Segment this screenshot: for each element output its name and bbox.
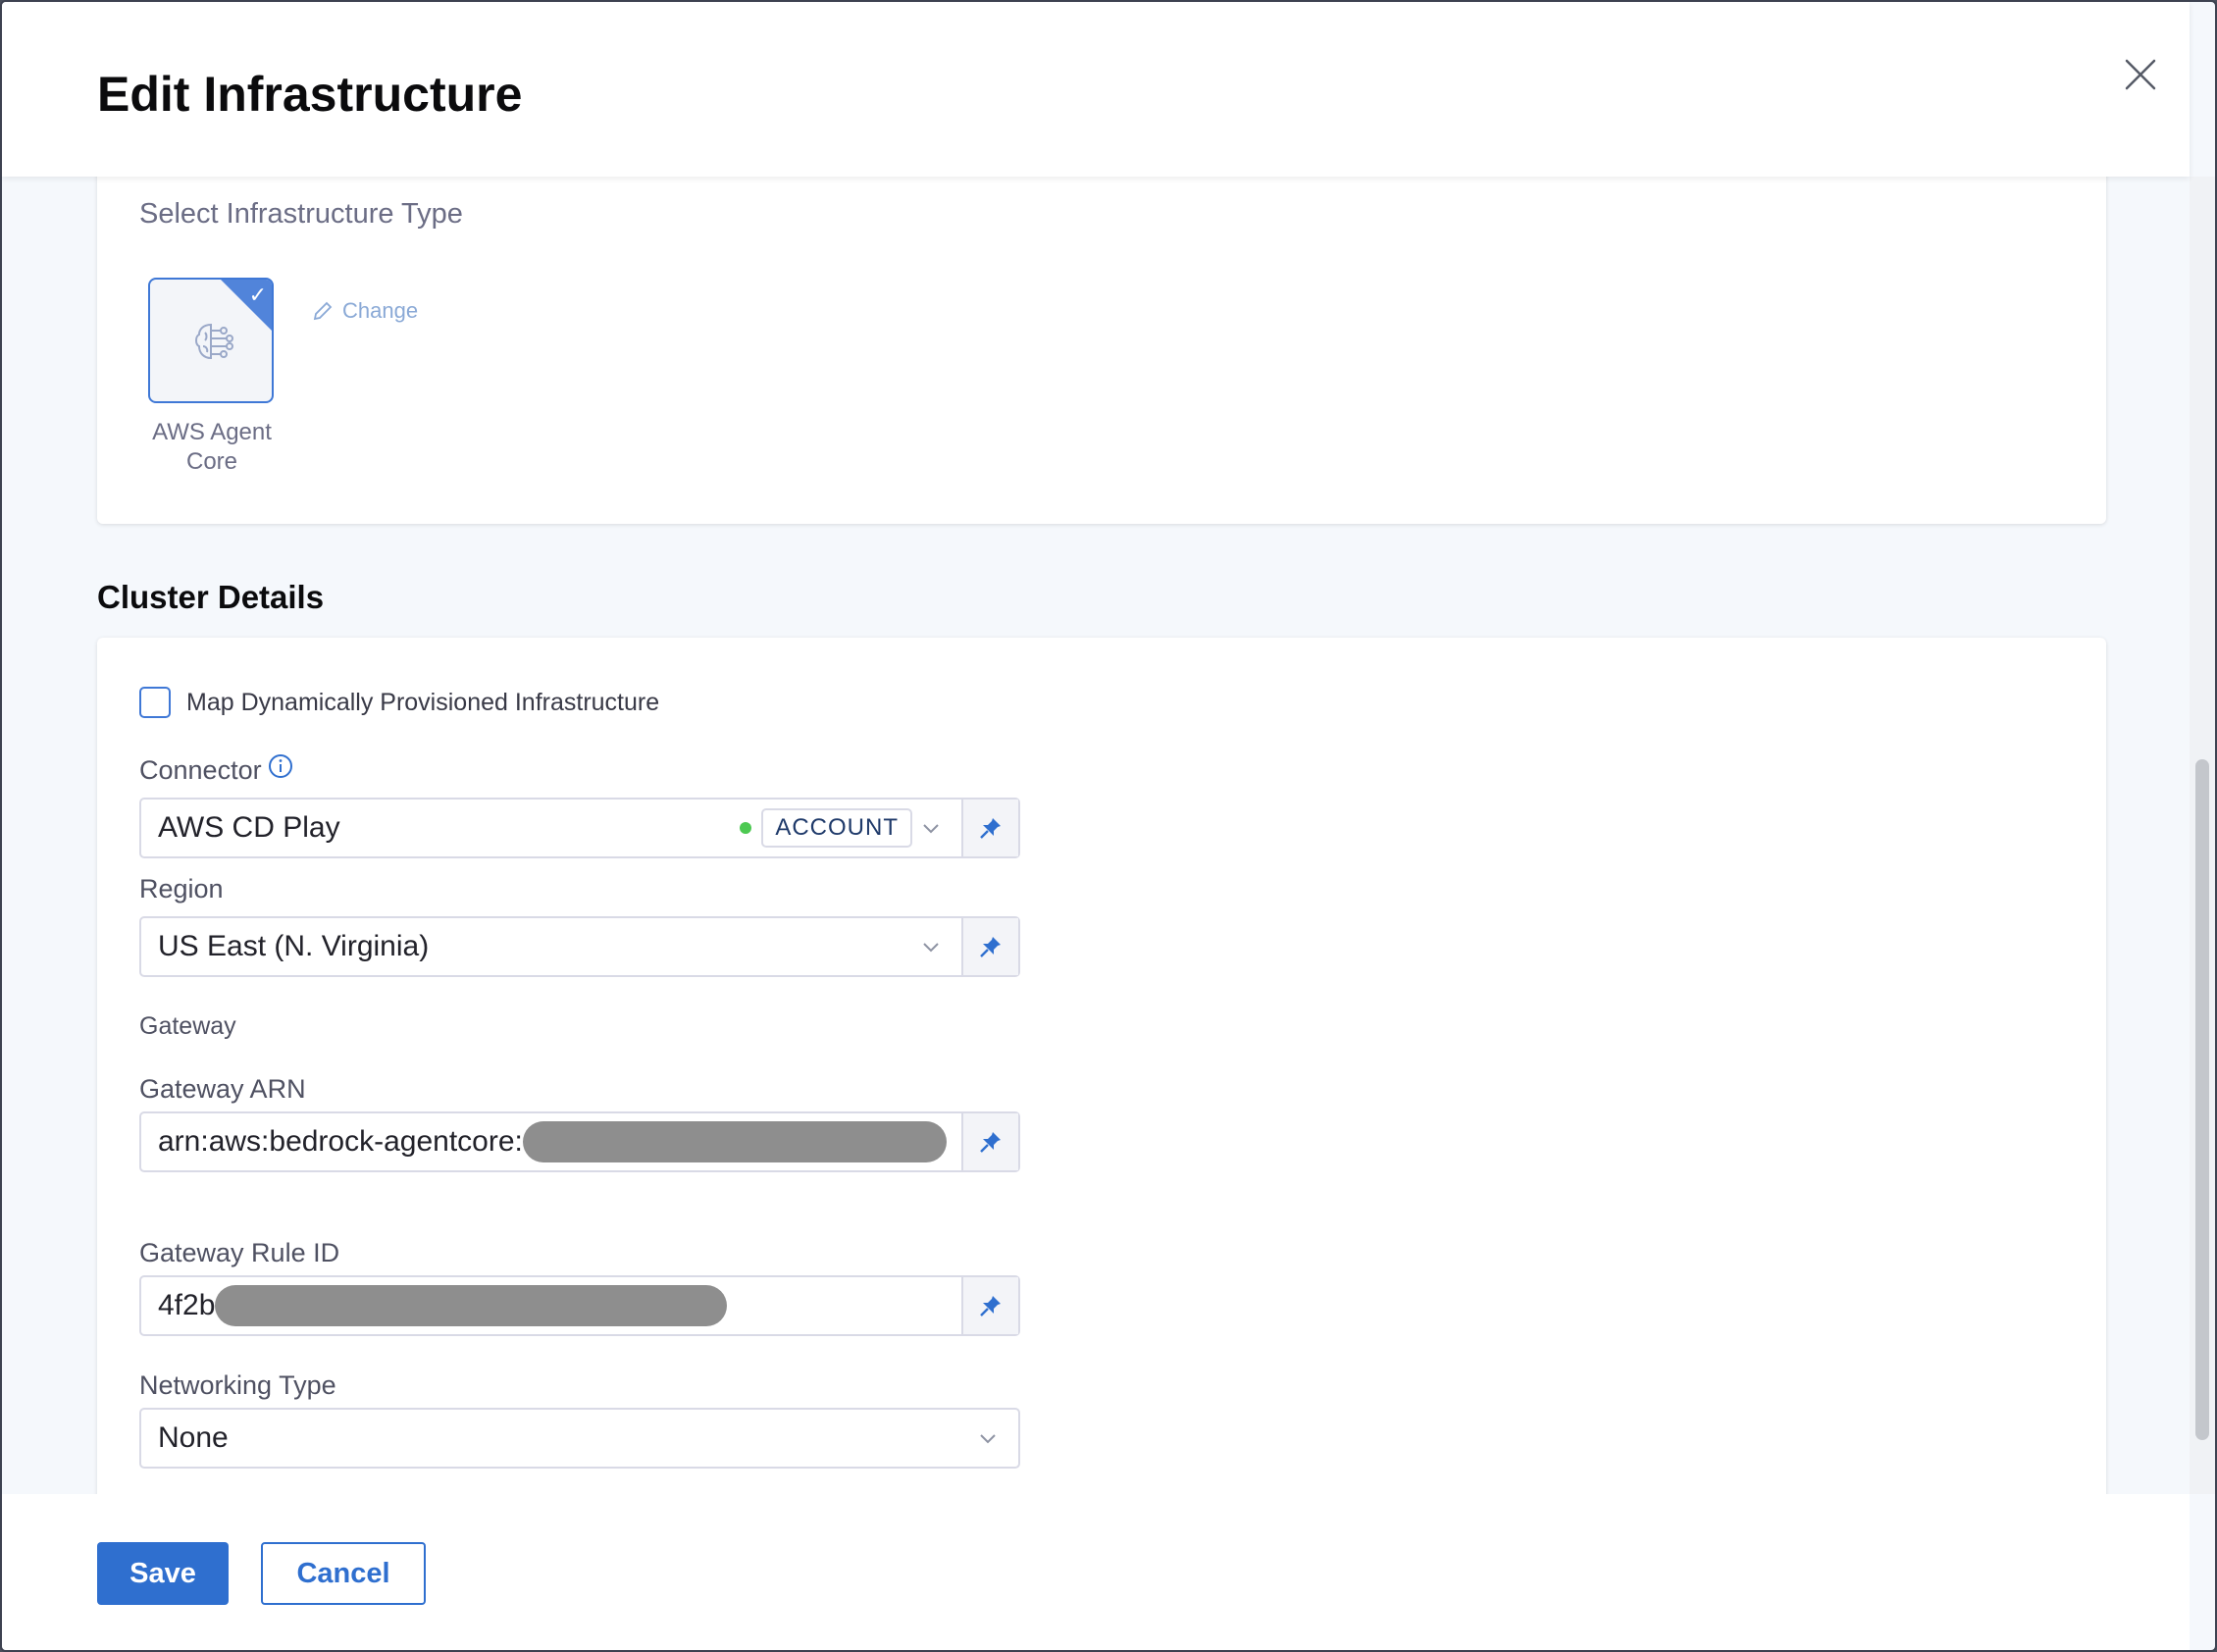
dialog-title: Edit Infrastructure [97,67,523,122]
pin-icon [980,1296,1001,1316]
change-label: Change [342,298,419,323]
gateway-rule-id-value: 4f2b [158,1289,216,1321]
map-dynamic-infra-label: Map Dynamically Provisioned Infrastructu… [186,688,660,716]
gateway-rule-id-input[interactable]: 4f2b [139,1275,1020,1336]
map-dynamic-infra-checkbox-row[interactable]: Map Dynamically Provisioned Infrastructu… [139,687,659,718]
infra-type-tile-aws-agent-core[interactable]: ✓ [148,278,274,403]
chevron-down-icon[interactable] [977,1427,999,1449]
close-icon[interactable] [2123,57,2158,92]
region-label: Region [139,874,224,903]
gateway-rule-id-label: Gateway Rule ID [139,1238,340,1267]
dialog-footer: Save Cancel [2,1494,2190,1650]
info-icon[interactable] [268,753,293,779]
cancel-button[interactable]: Cancel [261,1542,426,1605]
brain-circuit-icon [195,323,233,360]
scrollbar-thumb[interactable] [2195,759,2209,1440]
cluster-details-title: Cluster Details [97,579,325,615]
chevron-down-icon[interactable] [920,936,942,957]
networking-type-label: Networking Type [139,1370,336,1400]
check-icon: ✓ [248,283,267,307]
save-button[interactable]: Save [97,1542,229,1605]
connector-select[interactable]: AWS CD Play ACCOUNT [139,798,1020,858]
dialog-body: Select Infrastructure Type ✓ AWS Agent C… [2,177,2190,1494]
networking-type-value: None [158,1421,229,1454]
connector-value: AWS CD Play [158,811,340,844]
region-value: US East (N. Virginia) [158,930,430,962]
connector-label-row: Connector [139,753,293,786]
gateway-rule-id-pin-button[interactable] [961,1277,1018,1334]
networking-type-select[interactable]: None [139,1408,1020,1469]
chevron-down-icon[interactable] [920,817,942,839]
pencil-icon [313,301,333,321]
connector-scope-badge: ACCOUNT [761,808,912,848]
infrastructure-type-card: Select Infrastructure Type ✓ AWS Agent C… [97,177,2106,524]
gateway-heading: Gateway [139,1012,236,1040]
gateway-arn-redacted [522,1121,947,1162]
dialog-header: Edit Infrastructure [2,2,2190,177]
gateway-arn-value: arn:aws:bedrock-agentcore: [158,1125,523,1158]
map-dynamic-infra-checkbox[interactable] [139,687,171,718]
region-pin-button[interactable] [961,918,1018,975]
connector-status-dot [740,822,752,834]
gateway-arn-label: Gateway ARN [139,1074,306,1104]
pin-icon [980,937,1001,957]
region-select[interactable]: US East (N. Virginia) [139,916,1020,977]
pin-icon [980,1132,1001,1153]
infra-type-label: AWS Agent Core [152,419,272,475]
change-infra-type-link[interactable]: Change [311,298,418,324]
gateway-arn-pin-button[interactable] [961,1113,1018,1170]
connector-pin-button[interactable] [961,800,1018,856]
cluster-details-card: Map Dynamically Provisioned Infrastructu… [97,638,2106,1494]
gateway-arn-input[interactable]: arn:aws:bedrock-agentcore: [139,1111,1020,1172]
connector-label: Connector [139,755,262,785]
infrastructure-type-label: Select Infrastructure Type [139,198,463,230]
gateway-rule-id-redacted [215,1285,728,1326]
edit-infrastructure-dialog: Edit Infrastructure Select Infrastructur… [0,0,2217,1652]
pin-icon [980,818,1001,839]
